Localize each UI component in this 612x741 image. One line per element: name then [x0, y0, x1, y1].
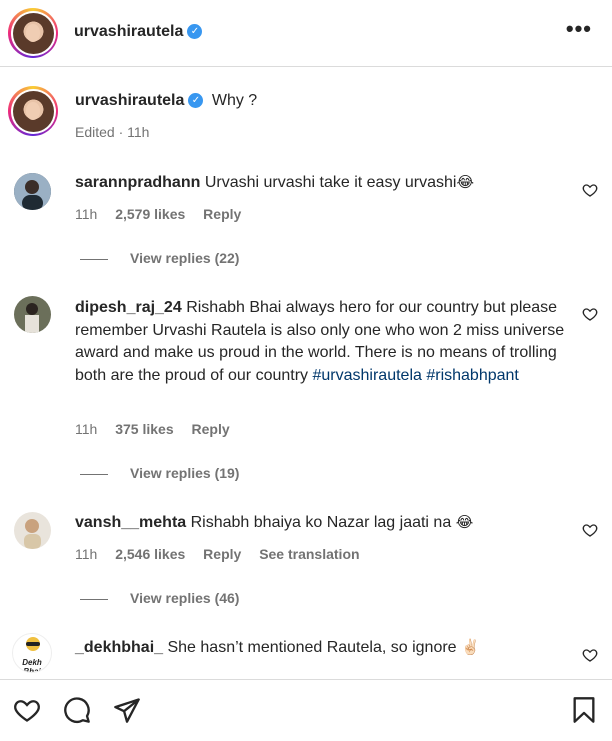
- avatar-photo: [14, 173, 51, 210]
- laughing-emoji: 😂: [456, 174, 474, 191]
- view-replies-label: View replies (19): [130, 465, 240, 481]
- comment-avatar[interactable]: [14, 512, 51, 549]
- laughing-emoji: 😂: [455, 514, 474, 531]
- avatar-logo: [26, 637, 40, 651]
- view-replies-label: View replies (46): [130, 590, 240, 606]
- profile-photo: [12, 12, 54, 54]
- post-header: urvashirautela ✓ •••: [0, 0, 612, 67]
- caption-edited-time: Edited · 11h: [75, 124, 150, 140]
- divider-line: [80, 598, 108, 600]
- comment-meta: 11h 2,579 likes Reply: [75, 206, 255, 222]
- heart-icon[interactable]: [582, 647, 598, 663]
- heart-icon[interactable]: [582, 522, 598, 538]
- header-avatar[interactable]: [8, 8, 58, 58]
- comment-avatar[interactable]: Dekh Bhai: [12, 633, 52, 673]
- comment-likes[interactable]: 2,546 likes: [115, 546, 185, 562]
- caption-username[interactable]: urvashirautela: [75, 92, 184, 109]
- heart-icon[interactable]: [13, 696, 41, 724]
- comment-meta: 11h 2,546 likes Reply See translation: [75, 546, 374, 562]
- caption-text: Why ?: [211, 92, 258, 109]
- reply-button[interactable]: Reply: [203, 546, 241, 562]
- caption-meta: Edited · 11h: [75, 124, 163, 140]
- comment-username[interactable]: _dekhbhai_: [75, 639, 163, 656]
- reply-button[interactable]: Reply: [192, 421, 230, 437]
- more-options-icon[interactable]: •••: [566, 18, 592, 40]
- action-bar: [0, 679, 612, 741]
- comment-time: 11h: [75, 421, 98, 437]
- comment-avatar[interactable]: [14, 296, 51, 333]
- divider-line: [80, 473, 108, 475]
- comment-body: dipesh_raj_24 Rishabh Bhai always hero f…: [75, 297, 575, 387]
- header-username-row[interactable]: urvashirautela ✓: [74, 23, 203, 41]
- comment-username[interactable]: dipesh_raj_24: [75, 299, 182, 316]
- view-replies-button[interactable]: View replies (46): [80, 590, 239, 606]
- comment-body: sarannpradhann Urvashi urvashi take it e…: [75, 172, 575, 195]
- divider-line: [80, 258, 108, 260]
- comment-username[interactable]: vansh__mehta: [75, 514, 186, 531]
- avatar-photo: [14, 296, 51, 333]
- share-icon[interactable]: [113, 696, 141, 724]
- heart-icon[interactable]: [582, 306, 598, 322]
- comment-text: Rishabh bhaiya ko Nazar lag jaati na: [190, 514, 452, 531]
- comment-body: vansh__mehta Rishabh bhaiya ko Nazar lag…: [75, 512, 575, 535]
- verified-badge-icon: ✓: [187, 24, 203, 40]
- heart-icon[interactable]: [582, 182, 598, 198]
- profile-photo: [12, 90, 54, 132]
- comment-avatar[interactable]: [14, 173, 51, 210]
- comment-likes[interactable]: 375 likes: [115, 421, 173, 437]
- comment-meta: 11h 375 likes Reply: [75, 421, 244, 437]
- avatar-photo: [14, 512, 51, 549]
- comment-text: She hasn’t mentioned Rautela, so ignore: [167, 639, 457, 656]
- view-replies-label: View replies (22): [130, 250, 240, 266]
- comment-likes[interactable]: 2,579 likes: [115, 206, 185, 222]
- view-replies-button[interactable]: View replies (22): [80, 250, 239, 266]
- header-username[interactable]: urvashirautela: [74, 23, 183, 40]
- comment-text: Urvashi urvashi take it easy urvashi: [204, 174, 457, 191]
- comment-body: _dekhbhai_ She hasn’t mentioned Rautela,…: [75, 637, 575, 660]
- verified-badge-icon: ✓: [188, 93, 204, 109]
- caption-avatar[interactable]: [8, 86, 58, 136]
- see-translation-button[interactable]: See translation: [259, 546, 359, 562]
- comment-hashtags[interactable]: #urvashirautela #rishabhpant: [313, 367, 519, 384]
- comment-username[interactable]: sarannpradhann: [75, 174, 200, 191]
- bookmark-icon[interactable]: [570, 696, 598, 724]
- comment-time: 11h: [75, 546, 98, 562]
- view-replies-button[interactable]: View replies (19): [80, 465, 239, 481]
- victory-hand-emoji: ✌🏻: [461, 639, 480, 656]
- comment-icon[interactable]: [63, 696, 91, 724]
- caption: urvashirautela ✓ Why ?: [75, 92, 257, 110]
- avatar-logo-text: Dekh Bhai: [22, 658, 42, 673]
- comment-time: 11h: [75, 206, 98, 222]
- reply-button[interactable]: Reply: [203, 206, 241, 222]
